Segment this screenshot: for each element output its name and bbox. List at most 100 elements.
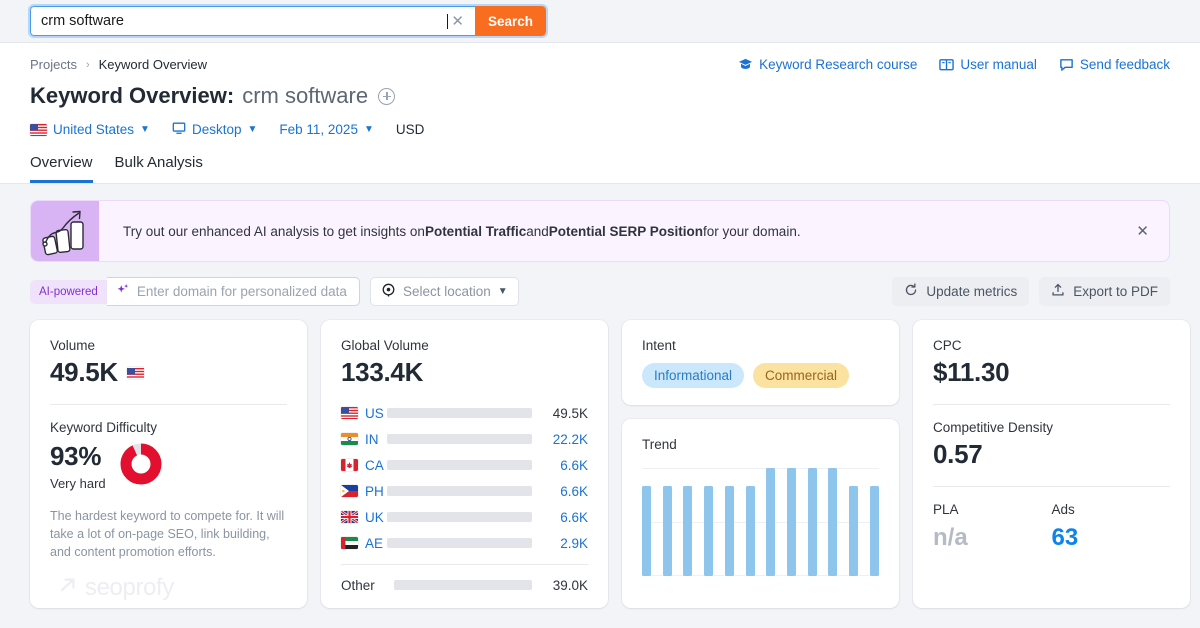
trend-bars — [642, 468, 879, 576]
desktop-icon — [172, 121, 186, 138]
ads-cell: Ads 63 — [1052, 502, 1171, 552]
search-input[interactable]: crm software ✕ — [30, 6, 475, 36]
card-divider — [50, 404, 287, 405]
keyword-research-course-link[interactable]: Keyword Research course — [738, 57, 917, 72]
tab-overview[interactable]: Overview — [30, 154, 93, 183]
pla-value: n/a — [933, 524, 968, 551]
trend-bar[interactable] — [849, 486, 859, 576]
add-keyword-icon[interactable] — [378, 87, 396, 105]
global-volume-row[interactable]: UK 6.6K — [341, 506, 588, 528]
location-pin-icon — [381, 283, 396, 301]
location-select-label: Select location — [402, 284, 491, 299]
global-volume-row[interactable]: US 49.5K — [341, 402, 588, 424]
volume-bar-track — [394, 580, 532, 590]
export-icon — [1051, 283, 1065, 300]
global-volume-card: Global Volume 133.4K US 49.5K IN 22.2K CA 6.6… — [321, 320, 608, 608]
intent-label: Intent — [642, 338, 676, 353]
chat-bubble-icon — [1059, 57, 1074, 72]
country-code: PH — [341, 484, 387, 499]
user-manual-label: User manual — [960, 57, 1037, 72]
ai-banner-text-2: and — [526, 223, 549, 239]
domain-input-placeholder: Enter domain for personalized data — [136, 284, 347, 299]
volume-bar-value: 2.9K — [560, 535, 588, 551]
user-manual-link[interactable]: User manual — [939, 57, 1037, 72]
country-code: CA — [341, 458, 387, 473]
global-volume-row[interactable]: AE 2.9K — [341, 532, 588, 554]
volume-bar-value: 6.6K — [560, 509, 588, 525]
intent-pill-commercial[interactable]: Commercial — [753, 363, 850, 388]
trend-bar[interactable] — [704, 486, 714, 576]
keyword-difficulty-description: The hardest keyword to compete for. It w… — [50, 509, 285, 560]
tab-bulk-analysis[interactable]: Bulk Analysis — [115, 154, 203, 183]
country-filter-label: United States — [53, 122, 135, 137]
country-code: US — [341, 406, 387, 421]
global-volume-label: Global Volume — [341, 338, 429, 353]
volume-value-row: 49.5K — [50, 357, 287, 388]
volume-bar-value: 6.6K — [560, 457, 588, 473]
update-metrics-button[interactable]: Update metrics — [892, 277, 1030, 306]
location-select[interactable]: Select location ▼ — [369, 277, 519, 306]
trend-bar[interactable] — [662, 486, 672, 576]
chevron-down-icon: ▼ — [363, 124, 374, 135]
global-volume-divider — [341, 564, 588, 565]
country-code-label: AE — [365, 535, 384, 551]
export-pdf-button[interactable]: Export to PDF — [1039, 277, 1170, 306]
global-volume-row[interactable]: CA 6.6K — [341, 454, 588, 476]
country-code: IN — [341, 432, 387, 447]
ai-powered-badge: AI-powered — [30, 279, 107, 304]
close-icon[interactable]: ✕ — [1116, 201, 1169, 261]
ai-banner-text-1: Try out our enhanced AI analysis to get … — [123, 223, 425, 239]
flag-ph-icon — [341, 485, 358, 497]
global-volume-row[interactable]: IN 22.2K — [341, 428, 588, 450]
volume-difficulty-card: Volume 49.5K Keyword Difficulty 93% Very… — [30, 320, 307, 608]
watermark: seoprofy — [58, 574, 174, 602]
page-title-prefix: Keyword Overview: — [30, 83, 235, 108]
search-bar: crm software ✕ Search — [0, 0, 1200, 43]
volume-bar-track — [387, 512, 532, 522]
ai-banner-bold-2: Potential SERP Position — [548, 223, 704, 239]
trend-bar[interactable] — [683, 486, 693, 576]
trend-bar[interactable] — [724, 486, 734, 576]
chevron-down-icon: ▼ — [497, 286, 508, 297]
keyword-research-course-label: Keyword Research course — [759, 57, 918, 72]
flag-us-icon — [126, 367, 144, 379]
export-pdf-label: Export to PDF — [1073, 284, 1158, 299]
metrics-toolbar: AI-powered Enter domain for personalized… — [30, 277, 1170, 306]
intent-pill-informational[interactable]: Informational — [642, 363, 745, 388]
card-divider — [933, 486, 1170, 487]
trend-bar[interactable] — [807, 468, 817, 576]
trend-bar[interactable] — [745, 486, 755, 576]
country-code-label: US — [365, 405, 384, 421]
ai-banner-text: Try out our enhanced AI analysis to get … — [99, 201, 1116, 261]
volume-bar-track — [387, 434, 532, 444]
trend-bar[interactable] — [828, 468, 838, 576]
chevron-down-icon: ▼ — [247, 124, 258, 135]
volume-bar-track — [387, 460, 532, 470]
search-button[interactable]: Search — [475, 6, 547, 36]
search-input-value: crm software — [41, 13, 124, 29]
flag-us-icon — [341, 407, 358, 419]
device-filter[interactable]: Desktop ▼ — [172, 121, 257, 138]
page-title: Keyword Overview: crm software — [30, 83, 1170, 109]
cpc-card: CPC $11.30 Competitive Density 0.57 PLA … — [913, 320, 1190, 608]
trend-bar[interactable] — [787, 468, 797, 576]
trend-bar[interactable] — [766, 468, 776, 576]
country-filter[interactable]: United States ▼ — [30, 122, 150, 137]
trend-bar[interactable] — [869, 486, 879, 576]
send-feedback-link[interactable]: Send feedback — [1059, 57, 1170, 72]
close-icon[interactable]: ✕ — [448, 14, 467, 29]
breadcrumb-projects[interactable]: Projects — [30, 57, 77, 72]
domain-input[interactable]: Enter domain for personalized data — [106, 277, 360, 306]
flag-uk-icon — [341, 511, 358, 523]
ads-value[interactable]: 63 — [1052, 524, 1171, 552]
global-volume-row[interactable]: PH 6.6K — [341, 480, 588, 502]
date-filter[interactable]: Feb 11, 2025 ▼ — [279, 122, 373, 137]
watermark-text: seoprofy — [85, 574, 174, 601]
global-volume-row-other: Other 39.0K — [341, 574, 588, 596]
breadcrumb-current: Keyword Overview — [98, 57, 208, 72]
pla-label: PLA — [933, 502, 959, 517]
country-code-label: PH — [365, 483, 384, 499]
trend-bar[interactable] — [642, 486, 651, 576]
global-volume-list: US 49.5K IN 22.2K CA 6.6K PH 6.6K UK 6.6K AE 2.9K Ot… — [341, 402, 588, 596]
keyword-difficulty-row: 93% Very hard — [50, 441, 287, 491]
